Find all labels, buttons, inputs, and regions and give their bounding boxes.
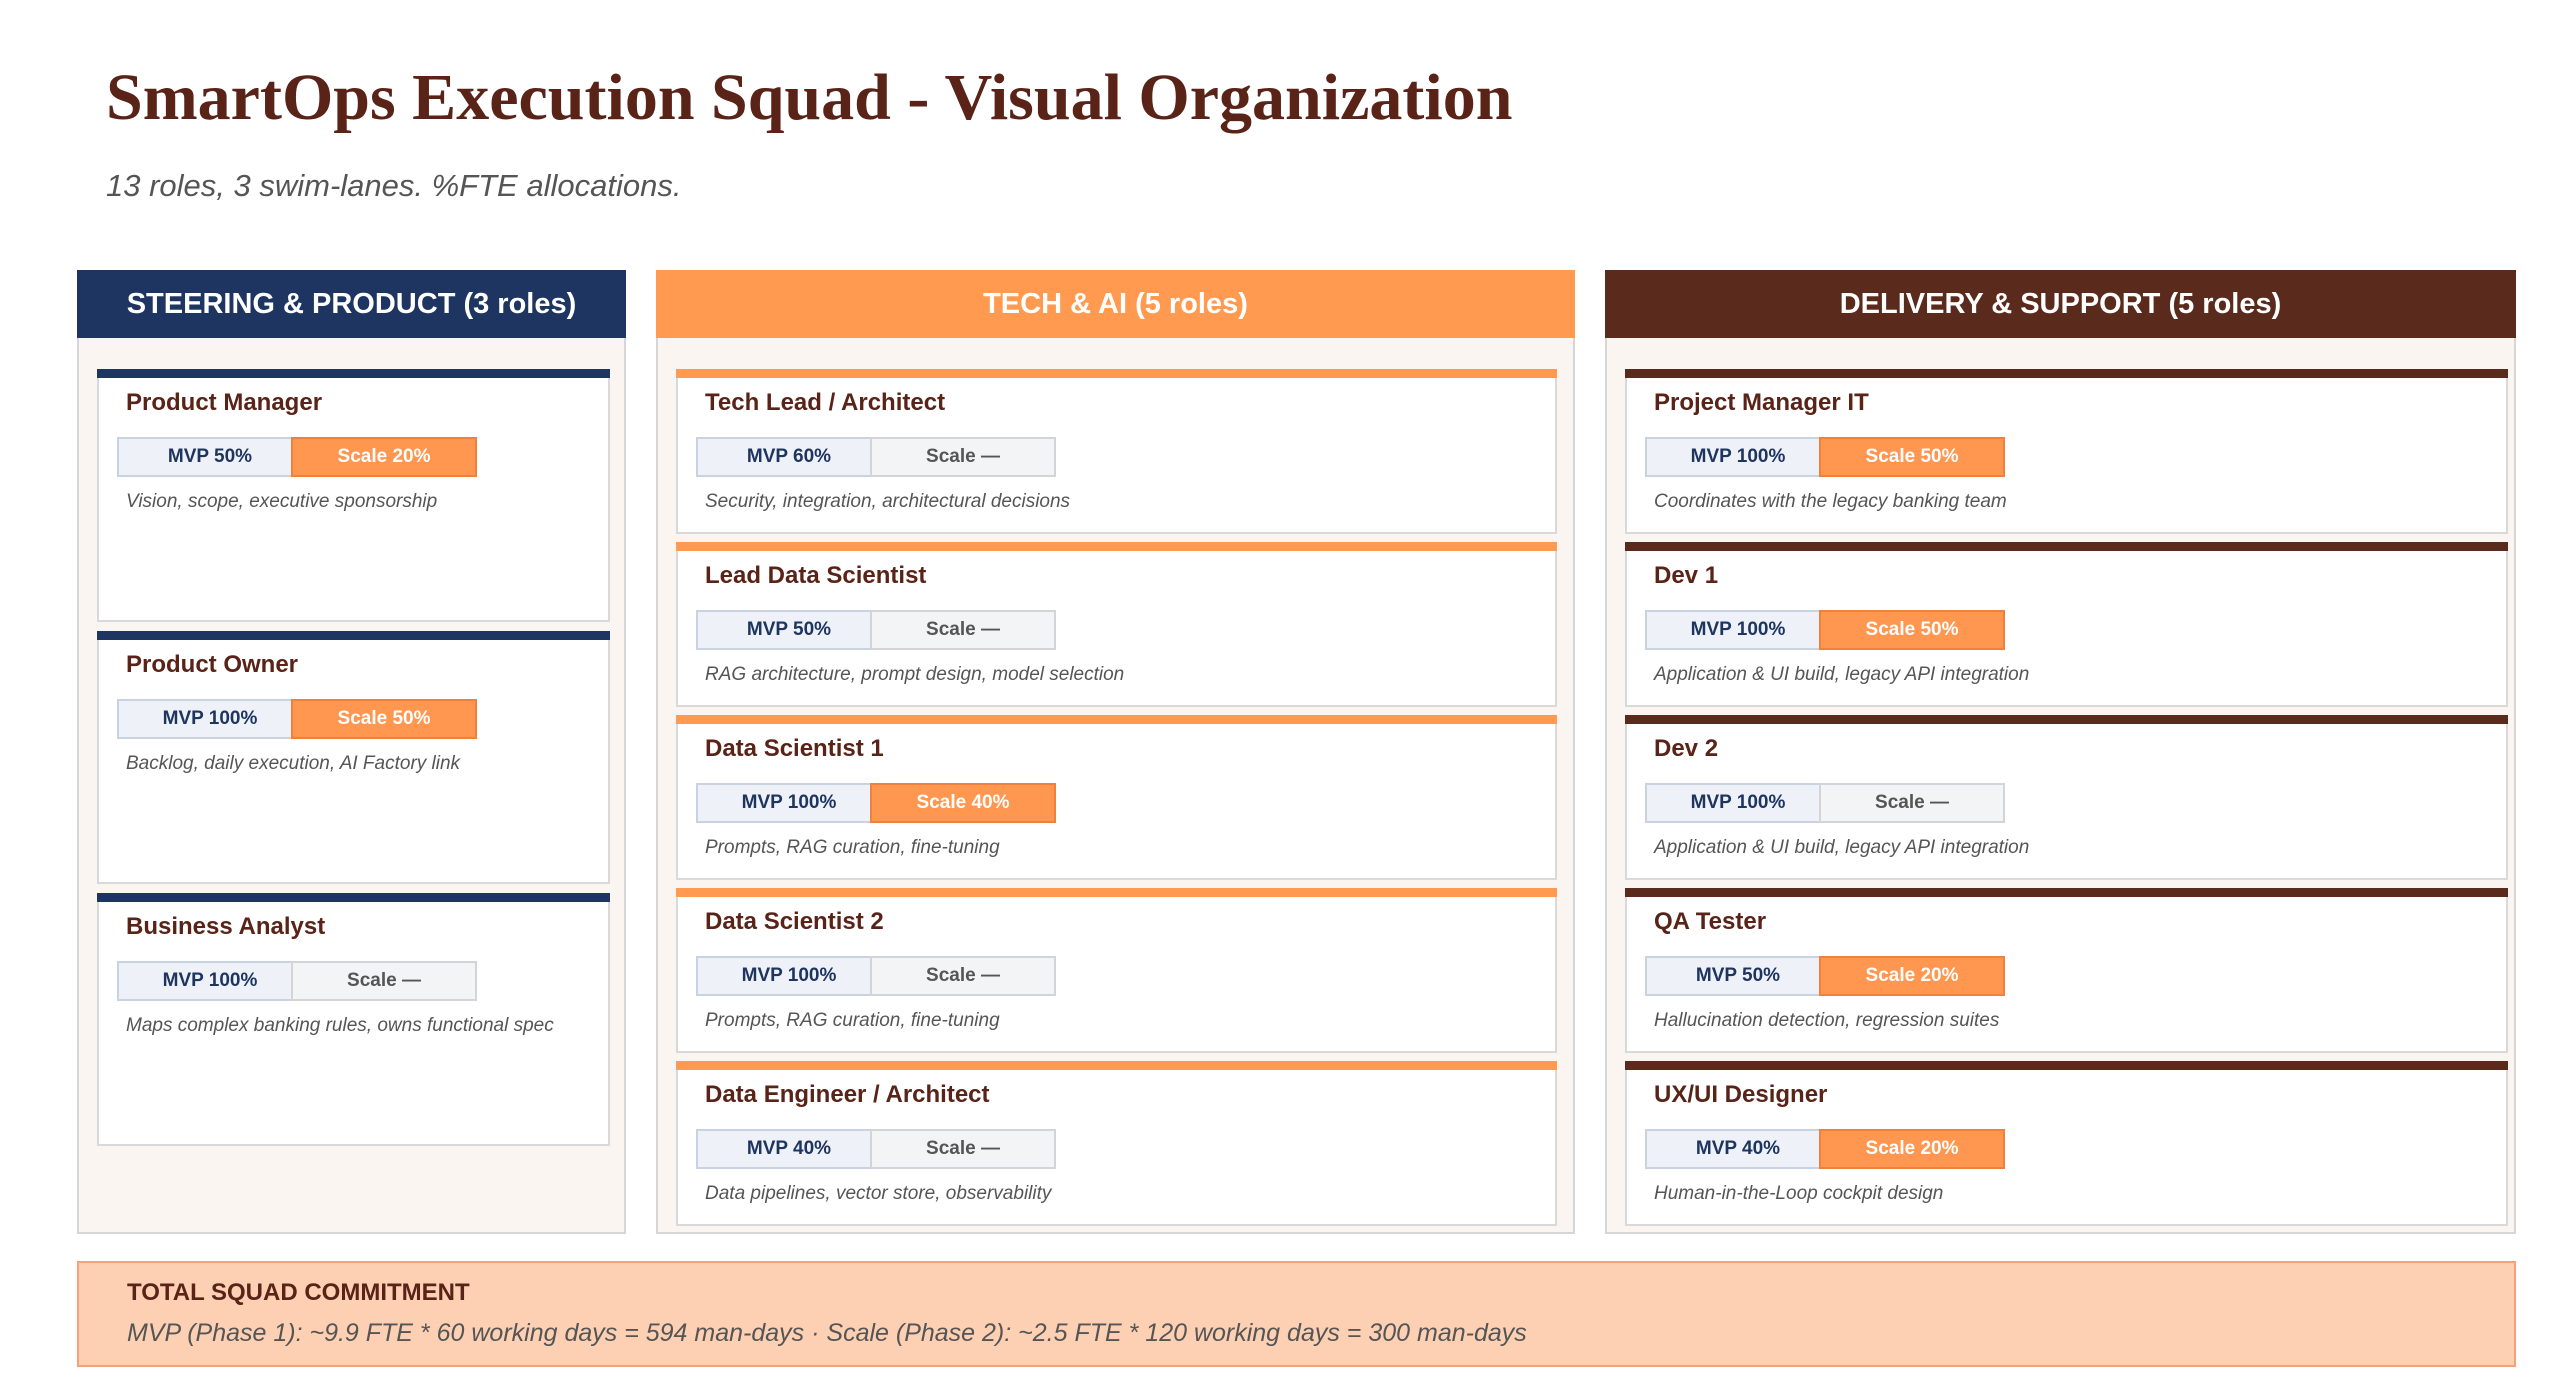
role-title: Tech Lead / Architect [705,389,946,416]
role-description: Human-in-the-Loop cockpit design [1654,1183,1944,1204]
role-description: Backlog, daily execution, AI Factory lin… [126,753,461,774]
role-title: UX/UI Designer [1654,1081,1828,1108]
role-title: Data Scientist 1 [705,735,884,762]
mvp-allocation-badge: MVP 100% [1645,437,1831,477]
lane-tech-ai: TECH & AI (5 roles) Tech Lead / Architec… [656,270,1575,1234]
card-accent-bar [97,631,610,640]
role-title: QA Tester [1654,908,1767,935]
role-description: Data pipelines, vector store, observabil… [705,1183,1052,1204]
role-title: Lead Data Scientist [705,562,927,589]
role-card: Tech Lead / Architect MVP 60% Scale — Se… [676,369,1557,534]
lane-steering-product: STEERING & PRODUCT (3 roles) Product Man… [77,270,626,1234]
scale-allocation-badge: Scale 50% [1819,437,2005,477]
card-accent-bar [1625,888,2508,897]
lane-header-delivery: DELIVERY & SUPPORT (5 roles) [1605,270,2516,338]
role-card: QA Tester MVP 50% Scale 20% Hallucinatio… [1625,888,2508,1053]
scale-allocation-badge: Scale — [870,956,1056,996]
role-card: Lead Data Scientist MVP 50% Scale — RAG … [676,542,1557,707]
card-accent-bar [97,369,610,378]
role-description: Security, integration, architectural dec… [705,491,1071,512]
role-title: Data Engineer / Architect [705,1081,990,1108]
role-description: Application & UI build, legacy API integ… [1654,664,2030,685]
mvp-allocation-badge: MVP 40% [1645,1129,1831,1169]
scale-allocation-badge: Scale — [291,961,477,1001]
card-accent-bar [676,369,1557,378]
card-accent-bar [97,893,610,902]
role-title: Product Manager [126,389,323,416]
role-card: UX/UI Designer MVP 40% Scale 20% Human-i… [1625,1061,2508,1226]
role-card: Dev 2 MVP 100% Scale — Application & UI … [1625,715,2508,880]
mvp-allocation-badge: MVP 100% [117,699,303,739]
card-accent-bar [1625,542,2508,551]
role-description: Hallucination detection, regression suit… [1654,1010,2000,1031]
mvp-allocation-badge: MVP 50% [1645,956,1831,996]
card-accent-bar [676,542,1557,551]
card-accent-bar [676,1061,1557,1070]
mvp-allocation-badge: MVP 100% [696,783,882,823]
role-card: Business Analyst MVP 100% Scale — Maps c… [97,893,610,1146]
lane-header-steering: STEERING & PRODUCT (3 roles) [77,270,626,338]
mvp-allocation-badge: MVP 100% [696,956,882,996]
scale-allocation-badge: Scale 20% [1819,1129,2005,1169]
scale-allocation-badge: Scale — [870,437,1056,477]
role-title: Business Analyst [126,913,326,940]
role-description: Prompts, RAG curation, fine-tuning [705,1010,1000,1031]
role-description: Vision, scope, executive sponsorship [126,491,438,512]
scale-allocation-badge: Scale — [870,610,1056,650]
role-card: Data Scientist 2 MVP 100% Scale — Prompt… [676,888,1557,1053]
total-commitment-panel: TOTAL SQUAD COMMITMENT MVP (Phase 1): ~9… [77,1261,2516,1367]
card-accent-bar [676,888,1557,897]
scale-allocation-badge: Scale — [870,1129,1056,1169]
role-card: Project Manager IT MVP 100% Scale 50% Co… [1625,369,2508,534]
role-description: Maps complex banking rules, owns functio… [126,1015,554,1036]
role-title: Dev 1 [1654,562,1719,589]
role-card: Product Owner MVP 100% Scale 50% Backlog… [97,631,610,884]
card-accent-bar [1625,369,2508,378]
role-description: RAG architecture, prompt design, model s… [705,664,1125,685]
mvp-allocation-badge: MVP 50% [117,437,303,477]
role-card: Data Scientist 1 MVP 100% Scale 40% Prom… [676,715,1557,880]
scale-allocation-badge: Scale 50% [291,699,477,739]
scale-allocation-badge: Scale 50% [1819,610,2005,650]
mvp-allocation-badge: MVP 100% [1645,783,1831,823]
role-description: Application & UI build, legacy API integ… [1654,837,2030,858]
lane-delivery-support: DELIVERY & SUPPORT (5 roles) Project Man… [1605,270,2516,1234]
scale-allocation-badge: Scale 20% [1819,956,2005,996]
role-card: Product Manager MVP 50% Scale 20% Vision… [97,369,610,622]
role-title: Product Owner [126,651,299,678]
role-title: Dev 2 [1654,735,1719,762]
mvp-allocation-badge: MVP 100% [1645,610,1831,650]
page-title: SmartOps Execution Squad - Visual Organi… [106,61,1513,134]
role-title: Project Manager IT [1654,389,1869,416]
card-accent-bar [1625,715,2508,724]
card-accent-bar [676,715,1557,724]
role-card: Data Engineer / Architect MVP 40% Scale … [676,1061,1557,1226]
role-card: Dev 1 MVP 100% Scale 50% Application & U… [1625,542,2508,707]
role-title: Data Scientist 2 [705,908,884,935]
role-description: Coordinates with the legacy banking team [1654,491,2007,512]
lane-header-tech: TECH & AI (5 roles) [656,270,1575,338]
role-description: Prompts, RAG curation, fine-tuning [705,837,1000,858]
mvp-allocation-badge: MVP 40% [696,1129,882,1169]
mvp-allocation-badge: MVP 50% [696,610,882,650]
total-commitment-text: MVP (Phase 1): ~9.9 FTE * 60 working day… [127,1319,1527,1347]
mvp-allocation-badge: MVP 60% [696,437,882,477]
card-accent-bar [1625,1061,2508,1070]
total-commitment-label: TOTAL SQUAD COMMITMENT [127,1279,470,1306]
scale-allocation-badge: Scale 20% [291,437,477,477]
page-subtitle: 13 roles, 3 swim-lanes. %FTE allocations… [106,168,682,203]
mvp-allocation-badge: MVP 100% [117,961,303,1001]
scale-allocation-badge: Scale — [1819,783,2005,823]
scale-allocation-badge: Scale 40% [870,783,1056,823]
